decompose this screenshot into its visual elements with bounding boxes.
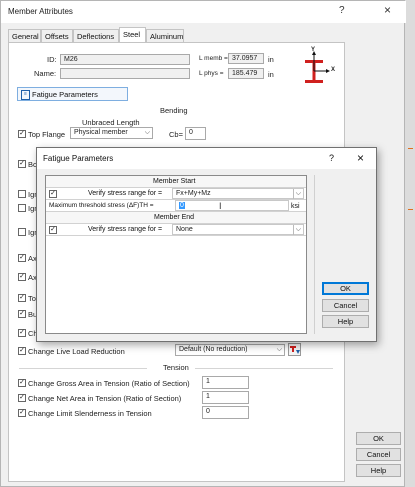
axis-y-label: Y — [311, 47, 316, 53]
threshold-unit: ksi — [291, 203, 300, 210]
threshold-row: Maximum threshold stress (ΔF)TH = 0 I — [46, 200, 306, 212]
ok-button[interactable]: OK — [356, 432, 401, 445]
top-flange-dropdown-value: Physical member — [74, 129, 128, 136]
cb-field[interactable]: 0 — [185, 127, 206, 140]
row-checkbox[interactable]: ✓ — [18, 254, 26, 262]
slenderness-label: Change Limit Slenderness in Tension — [28, 409, 152, 418]
tab-aluminum[interactable]: Aluminum — [146, 29, 184, 42]
name-field[interactable] — [60, 68, 190, 79]
background-accent-mark — [408, 148, 413, 149]
live-load-dropdown-value: Default (No reduction) — [179, 346, 248, 353]
verify-start-row: ✓ Verify stress range for = Fx+My+Mz ⌵ — [46, 188, 306, 200]
tension-header: Tension — [163, 363, 189, 372]
verify-end-label: Verify stress range for = — [88, 226, 163, 233]
tab-general[interactable]: General — [8, 29, 41, 42]
lphys-field: 185.479 — [228, 68, 264, 79]
threshold-value: 0 — [179, 202, 185, 209]
row-checkbox[interactable]: ✓ — [18, 273, 26, 281]
row-checkbox[interactable]: ✓ — [18, 294, 26, 302]
tension-separator-left — [19, 368, 147, 369]
close-icon[interactable]: × — [357, 151, 364, 165]
tab-deflections[interactable]: Deflections — [73, 29, 119, 42]
row-checkbox[interactable]: ✓ — [18, 160, 26, 168]
row-checkbox[interactable]: ✓ — [18, 310, 26, 318]
verify-start-value: Fx+My+Mz — [176, 190, 211, 197]
chevron-down-icon: ⌵ — [144, 129, 150, 136]
tab-steel[interactable]: Steel — [119, 27, 146, 43]
verify-end-checkbox[interactable]: ✓ — [49, 225, 57, 234]
tension-separator-right — [195, 368, 333, 369]
live-load-checkbox[interactable]: ✓ — [18, 347, 26, 355]
row-checkbox[interactable] — [18, 204, 26, 212]
lmemb-unit: in — [268, 55, 274, 64]
verify-end-value: None — [176, 226, 193, 233]
background-window-edge — [405, 0, 415, 487]
top-flange-checkbox[interactable]: ✓ — [18, 130, 26, 138]
lmemb-label: L memb = — [199, 55, 228, 62]
verify-start-dropdown[interactable]: Fx+My+Mz ⌵ — [172, 188, 304, 199]
net-area-label: Change Net Area in Tension (Ratio of Sec… — [28, 394, 182, 403]
window-title: Member Attributes — [8, 7, 73, 16]
cancel-button[interactable]: Cancel — [356, 448, 401, 461]
live-load-dropdown[interactable]: Default (No reduction) ⌵ — [175, 344, 285, 356]
verify-start-label: Verify stress range for = — [88, 190, 163, 197]
lphys-label: L phys = — [199, 70, 224, 77]
dialog-cancel-button[interactable]: Cancel — [322, 299, 369, 312]
net-area-checkbox[interactable]: ✓ — [18, 394, 26, 402]
verify-end-dropdown[interactable]: None ⌵ — [172, 224, 304, 235]
net-area-field[interactable]: 1 — [202, 391, 249, 404]
slenderness-field[interactable]: 0 — [202, 406, 249, 419]
member-end-header-row: Member End — [46, 212, 306, 224]
axis-x-label: X — [331, 67, 336, 73]
chevron-down-icon: ⌵ — [292, 225, 301, 235]
dialog-title-bar: Fatigue Parameters ? × — [37, 148, 376, 169]
live-load-options-icon[interactable] — [288, 343, 301, 356]
dialog-ok-button[interactable]: OK — [322, 282, 369, 295]
dialog-title: Fatigue Parameters — [43, 154, 114, 163]
lmemb-field: 37.0957 — [228, 53, 264, 64]
help-icon[interactable]: ? — [329, 153, 334, 163]
top-flange-label: Top Flange — [28, 130, 66, 139]
chevron-down-icon: ⌵ — [292, 189, 301, 199]
title-bar: Member Attributes ? × — [1, 1, 406, 23]
gross-area-field[interactable]: 1 — [202, 376, 249, 389]
fatigue-parameters-dialog: Fatigue Parameters ? × Member Start ✓ Ve… — [36, 147, 377, 342]
member-start-header: Member Start — [153, 178, 196, 185]
dialog-help-button[interactable]: Help — [322, 315, 369, 328]
chevron-down-icon: ⌵ — [276, 346, 282, 353]
fatigue-icon: ≡ — [21, 90, 30, 100]
unbraced-length-header: Unbraced Length — [82, 118, 140, 127]
live-load-label: Change Live Load Reduction — [28, 347, 125, 356]
background-accent-mark — [408, 209, 413, 210]
help-icon[interactable]: ? — [339, 5, 345, 16]
row-checkbox[interactable]: ✓ — [18, 329, 26, 337]
verify-end-row: ✓ Verify stress range for = None ⌵ — [46, 224, 306, 236]
threshold-label: Maximum threshold stress (ΔF)TH = — [49, 202, 154, 209]
verify-start-checkbox[interactable]: ✓ — [49, 189, 57, 198]
lphys-unit: in — [268, 70, 274, 79]
threshold-field[interactable]: 0 — [175, 200, 289, 211]
row-checkbox[interactable] — [18, 190, 26, 198]
close-icon[interactable]: × — [384, 3, 391, 17]
dialog-separator — [314, 175, 315, 334]
fatigue-parameters-button[interactable]: ≡ Fatigue Parameters — [17, 87, 128, 101]
member-start-header-row: Member Start — [46, 176, 306, 188]
id-label: ID: — [47, 55, 57, 64]
id-field: M26 — [60, 54, 190, 65]
cb-label: Cb= — [169, 130, 183, 139]
member-end-header: Member End — [154, 214, 195, 221]
name-label: Name: — [34, 69, 57, 78]
help-button[interactable]: Help — [356, 464, 401, 477]
tab-offsets[interactable]: Offsets — [41, 29, 73, 42]
gross-area-checkbox[interactable]: ✓ — [18, 379, 26, 387]
fatigue-parameters-grid: Member Start ✓ Verify stress range for =… — [45, 175, 307, 334]
gross-area-label: Change Gross Area in Tension (Ratio of S… — [28, 379, 190, 388]
bending-header: Bending — [160, 106, 188, 115]
fatigue-button-label: Fatigue Parameters — [32, 90, 98, 99]
text-cursor-icon: I — [219, 201, 222, 211]
slenderness-checkbox[interactable]: ✓ — [18, 409, 26, 417]
row-checkbox[interactable] — [18, 228, 26, 236]
top-flange-dropdown[interactable]: Physical member ⌵ — [70, 127, 153, 139]
i-beam-section-icon — [302, 51, 332, 87]
